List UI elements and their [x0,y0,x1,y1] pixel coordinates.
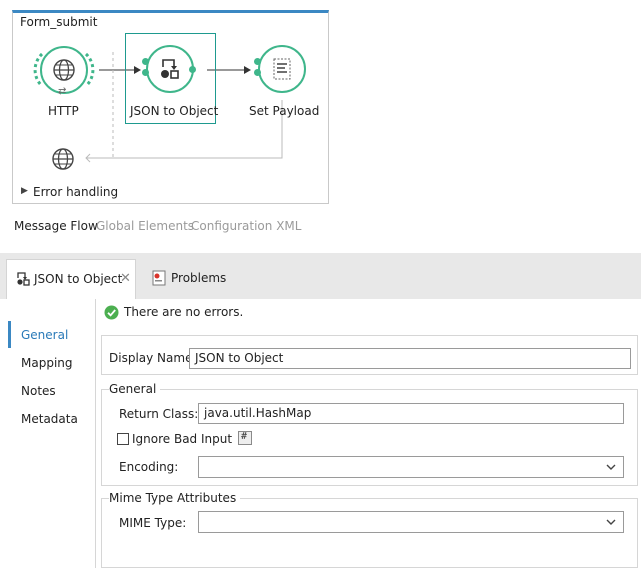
nav-active-indicator [8,321,11,348]
encoding-label: Encoding: [119,460,179,474]
input-port [254,58,261,65]
set-payload-node[interactable] [258,45,306,93]
transform-icon [17,272,30,286]
check-icon [104,305,119,320]
error-handling-toggle[interactable]: Error handling [33,185,118,199]
side-nav-general[interactable]: General [21,328,68,342]
return-class-label: Return Class: [119,407,199,421]
input-port [142,69,149,76]
problems-icon [152,270,166,286]
response-globe-icon[interactable] [50,146,76,172]
mime-type-group [101,498,638,568]
mime-group-title: Mime Type Attributes [109,491,241,505]
tab-json-to-object[interactable]: JSON to Object ✕ [6,259,136,299]
tab-configuration-xml[interactable]: Configuration XML [191,219,301,233]
exchange-icon: ⇄ [58,86,67,97]
ignore-bad-input-checkbox[interactable] [117,433,129,445]
side-nav-metadata[interactable]: Metadata [21,412,78,426]
tab-global-elements[interactable]: Global Elements [96,219,194,233]
return-class-field[interactable]: java.util.HashMap [198,403,624,424]
chevron-down-icon [606,519,616,525]
mime-type-select[interactable] [198,511,624,533]
http-port-dashes [33,52,95,88]
output-port [189,66,196,73]
input-port [254,69,261,76]
tab-label: JSON to Object [34,272,123,286]
http-node-label: HTTP [48,104,79,118]
document-icon [273,58,291,80]
tab-label: Problems [171,271,227,285]
close-icon[interactable]: ✕ [120,271,131,286]
json-to-object-node[interactable] [146,45,194,93]
chevron-down-icon [606,464,616,470]
tab-problems[interactable]: Problems [150,268,350,288]
display-name-field[interactable]: JSON to Object [189,348,631,369]
input-port [142,58,149,65]
json-to-object-node-label: JSON to Object [130,104,219,118]
expression-toggle-icon[interactable]: # [238,431,252,445]
transform-icon [161,59,179,79]
encoding-select[interactable] [198,456,624,478]
display-name-label: Display Name: [109,351,197,365]
side-nav-notes[interactable]: Notes [21,384,56,398]
general-group-title: General [109,382,161,396]
side-nav-mapping[interactable]: Mapping [21,356,73,370]
expand-triangle-icon[interactable]: ▶ [21,186,28,196]
status-message: There are no errors. [124,305,244,319]
set-payload-node-label: Set Payload [249,104,320,118]
ignore-bad-input-label: Ignore Bad Input [132,432,233,446]
mime-type-label: MIME Type: [119,516,187,530]
tab-message-flow[interactable]: Message Flow [14,219,98,233]
